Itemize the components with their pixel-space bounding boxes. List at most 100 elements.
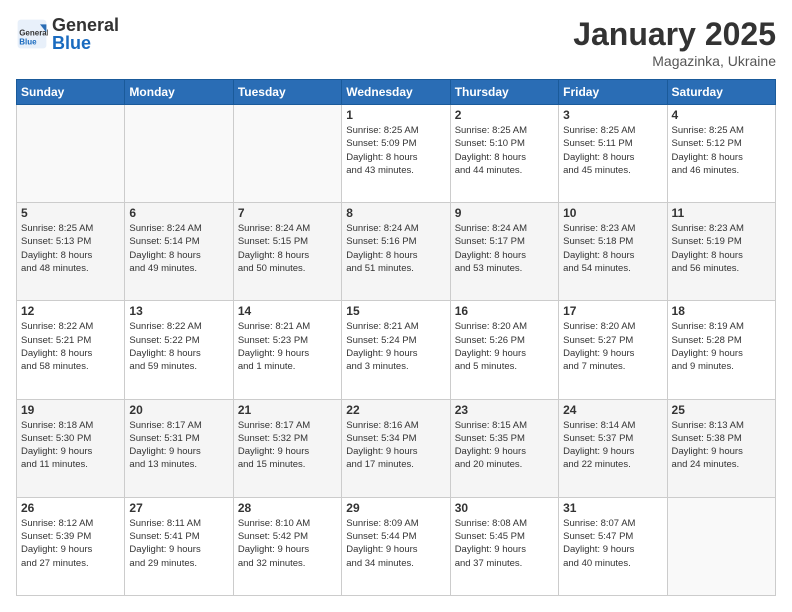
day-info: Sunrise: 8:24 AM Sunset: 5:16 PM Dayligh… [346, 222, 445, 275]
day-number: 4 [672, 108, 771, 122]
calendar-cell: 24Sunrise: 8:14 AM Sunset: 5:37 PM Dayli… [559, 399, 667, 497]
day-number: 31 [563, 501, 662, 515]
calendar-week-4: 19 Sunrise: 8:18 AM Sunset: 5:30 PM Dayli… [17, 399, 776, 497]
day-info: Sunrise: 8:25 AM Sunset: 5:12 PM Dayligh… [672, 124, 771, 177]
calendar-week-2: 5 Sunrise: 8:25 AM Sunset: 5:13 PM Daylig… [17, 203, 776, 301]
month-title: January 2025 [573, 16, 776, 53]
calendar-week-3: 12 Sunrise: 8:22 AM Sunset: 5:21 PM Dayli… [17, 301, 776, 399]
day-info: Sunrise: 8:15 AM Sunset: 5:35 PM Dayligh… [455, 419, 554, 472]
header: General Blue General Blue January 2025 M… [16, 16, 776, 69]
calendar-cell: 29 Sunrise: 8:09 AM Sunset: 5:44 PM Dayli… [342, 497, 450, 595]
day-info: Sunrise: 8:23 AM Sunset: 5:18 PM Dayligh… [563, 222, 662, 275]
calendar-cell: 6 Sunrise: 8:24 AM Sunset: 5:14 PM Daylig… [125, 203, 233, 301]
day-info: Sunrise: 8:11 AM Sunset: 5:41 PM Dayligh… [129, 517, 228, 570]
logo: General Blue General Blue [16, 16, 119, 52]
header-cell-sunday: Sunday [17, 80, 125, 105]
day-info: Sunrise: 8:17 AM Sunset: 5:32 PM Dayligh… [238, 419, 337, 472]
day-info: Sunrise: 8:08 AM Sunset: 5:45 PM Dayligh… [455, 517, 554, 570]
day-number: 7 [238, 206, 337, 220]
day-number: 2 [455, 108, 554, 122]
logo-general-text: General [52, 16, 119, 34]
calendar-cell: 3 Sunrise: 8:25 AM Sunset: 5:11 PM Daylig… [559, 105, 667, 203]
day-info: Sunrise: 8:24 AM Sunset: 5:14 PM Dayligh… [129, 222, 228, 275]
day-info: Sunrise: 8:25 AM Sunset: 5:11 PM Dayligh… [563, 124, 662, 177]
calendar-cell: 15Sunrise: 8:21 AM Sunset: 5:24 PM Dayli… [342, 301, 450, 399]
calendar-cell: 13 Sunrise: 8:22 AM Sunset: 5:22 PM Dayli… [125, 301, 233, 399]
calendar-cell: 11Sunrise: 8:23 AM Sunset: 5:19 PM Dayli… [667, 203, 775, 301]
day-info: Sunrise: 8:22 AM Sunset: 5:22 PM Dayligh… [129, 320, 228, 373]
day-info: Sunrise: 8:09 AM Sunset: 5:44 PM Dayligh… [346, 517, 445, 570]
svg-text:Blue: Blue [19, 37, 37, 46]
calendar-cell: 30 Sunrise: 8:08 AM Sunset: 5:45 PM Dayli… [450, 497, 558, 595]
day-number: 9 [455, 206, 554, 220]
calendar-cell: 7 Sunrise: 8:24 AM Sunset: 5:15 PM Daylig… [233, 203, 341, 301]
day-info: Sunrise: 8:19 AM Sunset: 5:28 PM Dayligh… [672, 320, 771, 373]
day-number: 28 [238, 501, 337, 515]
day-number: 30 [455, 501, 554, 515]
calendar-cell: 9 Sunrise: 8:24 AM Sunset: 5:17 PM Daylig… [450, 203, 558, 301]
day-number: 12 [21, 304, 120, 318]
day-number: 24 [563, 403, 662, 417]
calendar-cell: 25Sunrise: 8:13 AM Sunset: 5:38 PM Dayli… [667, 399, 775, 497]
day-number: 18 [672, 304, 771, 318]
day-info: Sunrise: 8:16 AM Sunset: 5:34 PM Dayligh… [346, 419, 445, 472]
calendar-cell: 1Sunrise: 8:25 AM Sunset: 5:09 PM Daylig… [342, 105, 450, 203]
day-number: 13 [129, 304, 228, 318]
calendar-cell [233, 105, 341, 203]
header-cell-friday: Friday [559, 80, 667, 105]
header-cell-monday: Monday [125, 80, 233, 105]
header-cell-wednesday: Wednesday [342, 80, 450, 105]
day-number: 1 [346, 108, 445, 122]
calendar-cell: 12 Sunrise: 8:22 AM Sunset: 5:21 PM Dayli… [17, 301, 125, 399]
day-info: Sunrise: 8:20 AM Sunset: 5:27 PM Dayligh… [563, 320, 662, 373]
day-info: Sunrise: 8:22 AM Sunset: 5:21 PM Dayligh… [21, 320, 120, 373]
day-info: Sunrise: 8:24 AM Sunset: 5:15 PM Dayligh… [238, 222, 337, 275]
day-info: Sunrise: 8:10 AM Sunset: 5:42 PM Dayligh… [238, 517, 337, 570]
day-info: Sunrise: 8:17 AM Sunset: 5:31 PM Dayligh… [129, 419, 228, 472]
calendar-cell: 28 Sunrise: 8:10 AM Sunset: 5:42 PM Dayli… [233, 497, 341, 595]
calendar-cell: 10 Sunrise: 8:23 AM Sunset: 5:18 PM Dayli… [559, 203, 667, 301]
day-number: 3 [563, 108, 662, 122]
calendar-cell: 23 Sunrise: 8:15 AM Sunset: 5:35 PM Dayli… [450, 399, 558, 497]
day-info: Sunrise: 8:24 AM Sunset: 5:17 PM Dayligh… [455, 222, 554, 275]
day-number: 11 [672, 206, 771, 220]
day-number: 22 [346, 403, 445, 417]
title-section: January 2025 Magazinka, Ukraine [573, 16, 776, 69]
day-number: 16 [455, 304, 554, 318]
calendar-table: SundayMondayTuesdayWednesdayThursdayFrid… [16, 79, 776, 596]
calendar-body: 1Sunrise: 8:25 AM Sunset: 5:09 PM Daylig… [17, 105, 776, 596]
calendar-header-row: SundayMondayTuesdayWednesdayThursdayFrid… [17, 80, 776, 105]
logo-blue-text: Blue [52, 34, 119, 52]
calendar-cell: 26 Sunrise: 8:12 AM Sunset: 5:39 PM Dayli… [17, 497, 125, 595]
calendar-cell [17, 105, 125, 203]
day-number: 17 [563, 304, 662, 318]
day-number: 20 [129, 403, 228, 417]
day-number: 27 [129, 501, 228, 515]
logo-icon: General Blue [16, 18, 48, 50]
day-info: Sunrise: 8:12 AM Sunset: 5:39 PM Dayligh… [21, 517, 120, 570]
calendar-cell [125, 105, 233, 203]
calendar-cell: 19 Sunrise: 8:18 AM Sunset: 5:30 PM Dayli… [17, 399, 125, 497]
day-number: 14 [238, 304, 337, 318]
day-info: Sunrise: 8:25 AM Sunset: 5:13 PM Dayligh… [21, 222, 120, 275]
day-info: Sunrise: 8:18 AM Sunset: 5:30 PM Dayligh… [21, 419, 120, 472]
calendar-cell: 14 Sunrise: 8:21 AM Sunset: 5:23 PM Dayli… [233, 301, 341, 399]
day-number: 10 [563, 206, 662, 220]
header-cell-tuesday: Tuesday [233, 80, 341, 105]
day-info: Sunrise: 8:13 AM Sunset: 5:38 PM Dayligh… [672, 419, 771, 472]
svg-text:General: General [19, 29, 48, 38]
calendar-cell: 17 Sunrise: 8:20 AM Sunset: 5:27 PM Dayli… [559, 301, 667, 399]
day-number: 23 [455, 403, 554, 417]
day-number: 26 [21, 501, 120, 515]
calendar-cell: 27 Sunrise: 8:11 AM Sunset: 5:41 PM Dayli… [125, 497, 233, 595]
day-number: 29 [346, 501, 445, 515]
day-info: Sunrise: 8:20 AM Sunset: 5:26 PM Dayligh… [455, 320, 554, 373]
day-info: Sunrise: 8:07 AM Sunset: 5:47 PM Dayligh… [563, 517, 662, 570]
location: Magazinka, Ukraine [573, 53, 776, 69]
day-number: 19 [21, 403, 120, 417]
day-number: 5 [21, 206, 120, 220]
day-number: 6 [129, 206, 228, 220]
day-info: Sunrise: 8:21 AM Sunset: 5:23 PM Dayligh… [238, 320, 337, 373]
calendar-week-1: 1Sunrise: 8:25 AM Sunset: 5:09 PM Daylig… [17, 105, 776, 203]
calendar-week-5: 26 Sunrise: 8:12 AM Sunset: 5:39 PM Dayli… [17, 497, 776, 595]
